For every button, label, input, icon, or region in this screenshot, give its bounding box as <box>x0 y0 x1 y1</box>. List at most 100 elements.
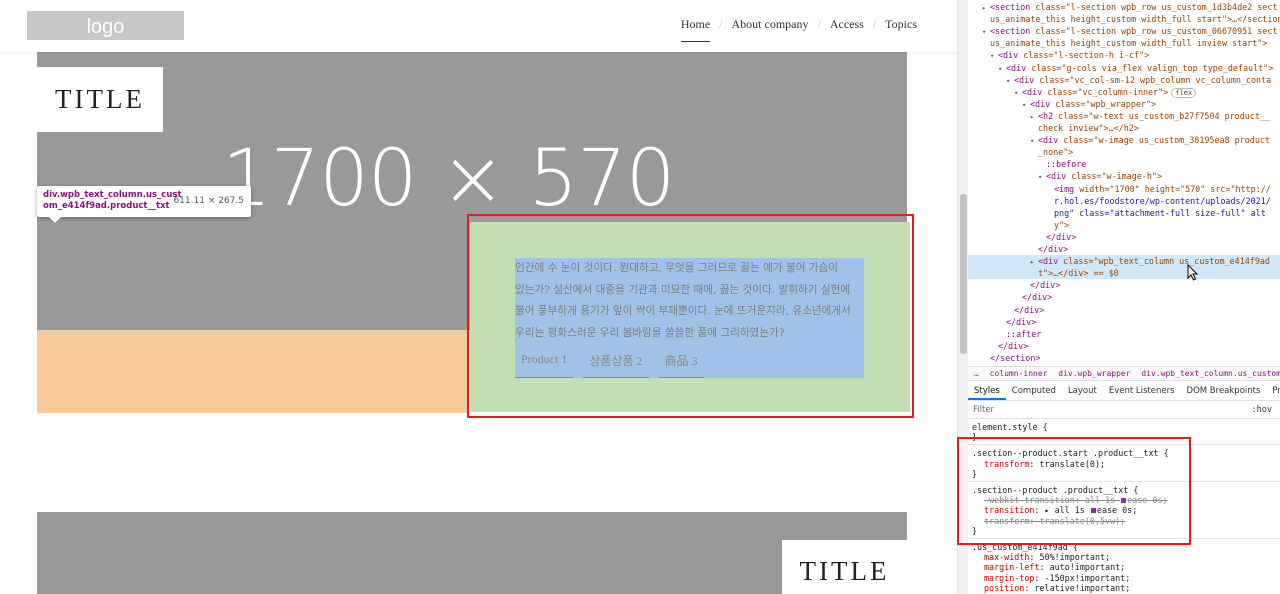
dom-tag: <div <box>1046 171 1067 182</box>
dom-tag: </div> <box>1046 231 1077 242</box>
css-property: margin-top <box>984 572 1035 583</box>
css-property-line[interactable]: margin-top: -150px!important; <box>972 573 1130 583</box>
dom-node[interactable]: y"> <box>968 219 1280 231</box>
nav-about-company[interactable]: About company <box>732 17 809 42</box>
website-viewport: logo Home / About company / Access / Top… <box>0 0 957 594</box>
css-declaration: margin-left: auto!important; <box>972 562 1125 572</box>
dom-node-selected[interactable]: ▸ <div class="wpb_text_column us_custom_e… <box>968 255 1280 268</box>
dom-tag: <div <box>1022 86 1043 97</box>
styles-tabbar: Styles Computed Layout Event Listeners D… <box>968 382 1280 401</box>
page-scrollbar-thumb[interactable] <box>960 194 967 354</box>
dom-node[interactable]: _none"> <box>968 146 1280 158</box>
dom-node[interactable]: </div> <box>968 243 1280 255</box>
dom-attributes: y"> <box>1054 219 1070 230</box>
breadcrumb-item[interactable]: div.wpb_text_column.us_custom_e414f9ad.p… <box>1141 369 1280 378</box>
css-colon: : <box>1024 582 1035 593</box>
css-property: position <box>984 582 1025 593</box>
styles-filter-input[interactable]: Filter <box>973 405 994 415</box>
dom-attributes: us_animate_this height_custom width_full… <box>990 38 1268 49</box>
mouse-cursor-icon <box>1187 264 1199 281</box>
dom-attributes: class="vc_column-inner"> <box>1042 86 1169 97</box>
dom-node[interactable]: ▾ <div class="l-section-h i-cf"> <box>968 49 1280 61</box>
dom-tag: </div> <box>1030 280 1061 291</box>
nav-access[interactable]: Access <box>830 17 864 42</box>
dom-attributes: _none"> <box>1038 147 1074 158</box>
nav-topics[interactable]: Topics <box>885 17 917 42</box>
dom-node[interactable]: ▾ <div class="wpb_wrapper"> <box>968 98 1280 110</box>
css-declaration: position: relative!important; <box>972 583 1130 593</box>
dom-node[interactable]: ▾ <div class="w-image-h"> <box>968 170 1280 182</box>
breadcrumb: … column-inner div.wpb_wrapper div.wpb_t… <box>968 366 1280 381</box>
breadcrumb-item[interactable]: div.wpb_wrapper <box>1058 369 1130 378</box>
css-declaration: margin-top: -150px!important; <box>972 573 1130 583</box>
dom-node[interactable]: png" class="attachment-full size-full" a… <box>968 207 1280 219</box>
annotation-box-element <box>467 214 914 418</box>
dom-node[interactable]: </div> <box>968 231 1280 243</box>
dom-node[interactable]: us_animate_this height_custom width_full… <box>968 37 1280 49</box>
dom-node[interactable]: <img width="1700" height="570" src="http… <box>968 183 1280 195</box>
dom-node[interactable]: ▾ <div class="vc_column-inner"> flex <box>968 86 1280 98</box>
dom-attributes: class="wpb_wrapper"> <box>1050 98 1157 109</box>
tab-dom-breakpoints[interactable]: DOM Breakpoints <box>1181 382 1267 400</box>
css-value: relative!important; <box>1034 582 1131 593</box>
dom-node[interactable]: us_animate_this height_custom width_full… <box>968 13 1280 25</box>
dom-attributes: us_animate_this height_custom width_full… <box>990 14 1280 25</box>
tab-event-listeners[interactable]: Event Listeners <box>1103 382 1181 400</box>
dom-tag: </div> <box>1022 292 1053 303</box>
tab-styles[interactable]: Styles <box>968 382 1006 400</box>
dom-node[interactable]: ▾ <div class="vc_col-sm-12 wpb_column vc_… <box>968 74 1280 86</box>
nav-home[interactable]: Home <box>680 17 711 42</box>
dom-node[interactable]: ▸ <h2 class="w-text us_custom_b27f7504 pr… <box>968 110 1280 122</box>
dom-node[interactable]: </div> <box>968 279 1280 291</box>
css-rule-selector[interactable]: element.style { <box>972 422 1048 432</box>
css-property-line[interactable]: max-width: 50%!important; <box>972 552 1110 562</box>
flex-badge[interactable]: flex <box>1171 87 1197 98</box>
tab-layout[interactable]: Layout <box>1062 382 1103 400</box>
dom-node-selected[interactable]: t">…</div> == $0 <box>968 267 1280 280</box>
dom-node[interactable]: </div> <box>968 291 1280 303</box>
dom-node[interactable]: ::after <box>968 328 1280 340</box>
dom-node[interactable]: </div> <box>968 304 1280 316</box>
dom-tag: </section> <box>990 352 1041 363</box>
tab-computed[interactable]: Computed <box>1006 382 1062 400</box>
css-declaration: max-width: 50%!important; <box>972 552 1110 562</box>
dom-attributes: r.hol.es/foodstore/wp-content/uploads/20… <box>1054 195 1271 206</box>
site-logo[interactable]: logo <box>27 11 184 40</box>
dom-node[interactable]: check inview">…</h2> <box>968 122 1280 134</box>
elements-dom-tree[interactable]: ▸ <section class="l-section wpb_row us_cu… <box>968 0 1280 364</box>
dom-tag: ::after <box>1006 328 1042 339</box>
tooltip-size: 611.11 × 267.5 <box>173 196 244 206</box>
dom-node[interactable]: </div> <box>968 316 1280 328</box>
dom-node[interactable]: ▾ <section class="l-section wpb_row us_cu… <box>968 25 1280 37</box>
dom-attributes: class="wpb_text_column us_custom_e414f9a… <box>1058 256 1270 267</box>
annotation-box-css <box>957 437 1191 545</box>
dom-node[interactable]: ▸ <section class="l-section wpb_row us_cu… <box>968 1 1280 13</box>
css-colon: : <box>1029 552 1040 563</box>
tab-properties[interactable]: Proper <box>1266 382 1280 400</box>
dom-tag: </div> <box>1038 244 1069 254</box>
dom-node[interactable]: ▾ <div class="g-cols via_flex valign_top … <box>968 62 1280 74</box>
nav-separator: / <box>817 17 821 31</box>
breadcrumb-item[interactable]: … <box>974 369 979 378</box>
inspect-tooltip: div.wpb_text_column.us_custom_e414f9ad.p… <box>37 186 251 223</box>
dom-node[interactable]: ::before <box>968 158 1280 170</box>
main-nav: Home / About company / Access / Topics <box>680 17 917 42</box>
css-property: margin-left <box>984 562 1040 573</box>
dom-tag: <section <box>990 26 1031 37</box>
dom-tag: </div> <box>998 340 1029 351</box>
dom-node[interactable]: </div> <box>968 340 1280 352</box>
dom-attributes: class="w-image us_custom_38195ea8 produc… <box>1058 135 1270 146</box>
dom-node[interactable]: r.hol.es/foodstore/wp-content/uploads/20… <box>968 195 1280 207</box>
dom-node[interactable]: </section> <box>968 352 1280 364</box>
css-selector: element.style { <box>972 422 1048 432</box>
hover-state-toggle[interactable]: :hov <box>1252 405 1272 415</box>
product-section-2: TITLE <box>37 512 907 594</box>
css-property-line[interactable]: margin-left: auto!important; <box>972 562 1125 572</box>
dom-tag: </div> <box>1014 304 1045 315</box>
placeholder-dimensions: 1700 × 570 <box>222 134 675 224</box>
section-title: TITLE <box>37 67 163 132</box>
dom-node[interactable]: ▾ <div class="w-image us_custom_38195ea8 … <box>968 134 1280 146</box>
breadcrumb-item[interactable]: column-inner <box>990 369 1048 378</box>
dom-attributes: width="1700" height="570" src="http:// <box>1074 183 1271 194</box>
css-property-line[interactable]: position: relative!important; <box>972 583 1130 593</box>
